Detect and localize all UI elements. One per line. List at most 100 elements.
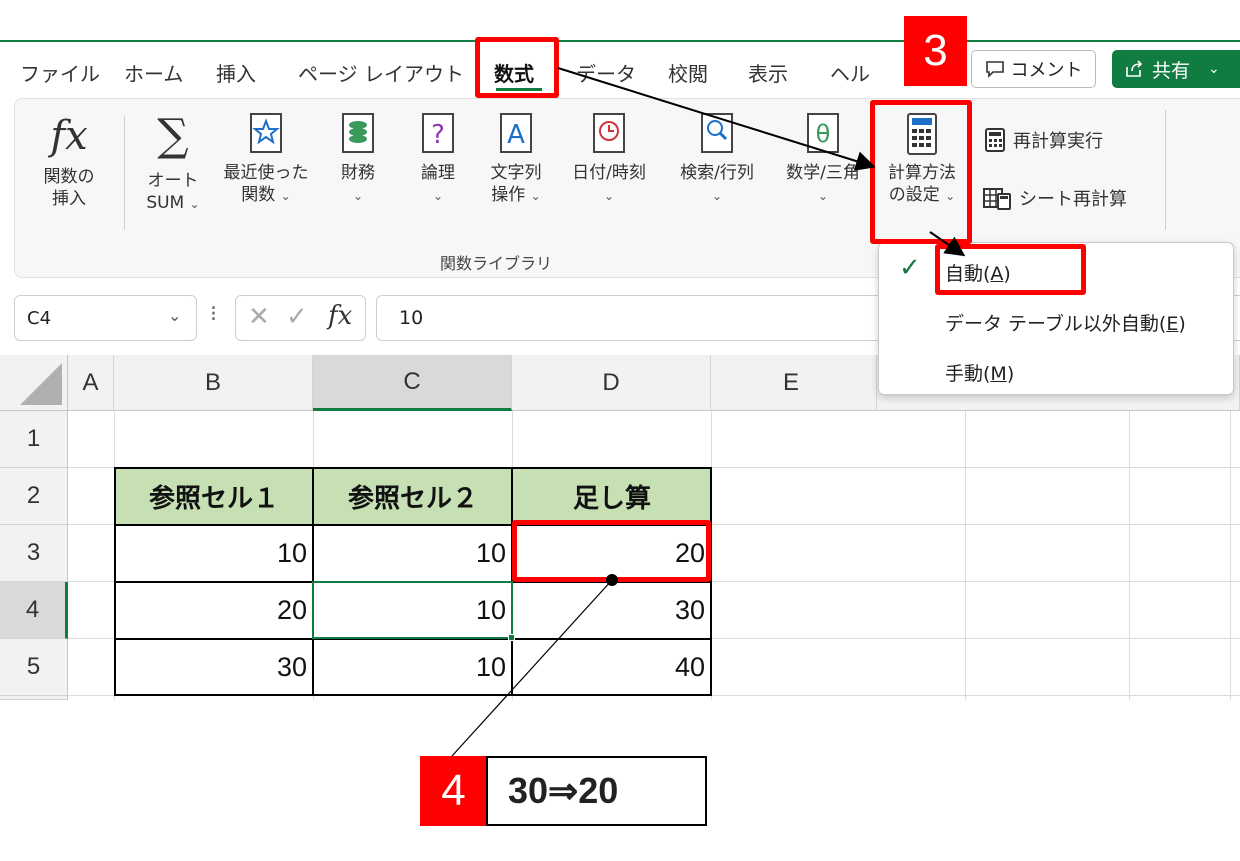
row-header-6 [0,696,68,700]
chevron-down-icon: ⌄ [280,189,291,203]
share-button[interactable]: 共有 ⌄ [1112,50,1240,88]
datetime-button[interactable]: 日付/時刻 ⌄ [560,112,658,207]
column-header-e[interactable]: E [711,355,877,411]
more-options-icon[interactable]: ⁝ [210,302,217,327]
formula-buttons: ✕ ✓ fx [235,295,366,341]
ribbon-separator [124,116,125,230]
financial-label: 財務 [341,163,375,183]
enter-icon[interactable]: ✓ [286,302,308,332]
tab-help[interactable]: ヘル [830,58,870,87]
logical-label: 論理 [421,163,455,183]
column-header-b[interactable]: B [114,355,313,411]
chevron-down-icon: ⌄ [1208,61,1220,77]
calculator-small-icon [985,128,1005,152]
table-header-sum[interactable]: 足し算 [513,468,711,524]
sigma-icon: ∑ [157,110,189,161]
cell-d5[interactable]: 40 [513,639,711,695]
comment-button[interactable]: コメント [971,50,1096,88]
highlight-formulas-tab [475,37,559,98]
highlight-cell-d3 [512,520,711,582]
gridline [1129,411,1130,700]
recent-label-1: 最近使った [223,163,309,183]
letter-a-book-icon: A [500,113,532,153]
cell-b3[interactable]: 10 [115,525,313,581]
lookup-button[interactable]: 検索/行列 ⌄ [666,112,768,207]
tab-insert[interactable]: 挿入 [216,58,256,87]
cell-c3[interactable]: 10 [314,525,512,581]
math-label: 数学/三角 [786,163,860,183]
column-header-c[interactable]: C [313,355,512,411]
sheet-calculator-icon [983,188,1011,210]
text-label-2: 操作 [491,185,526,205]
share-label: 共有 [1152,59,1191,82]
cell-b4[interactable]: 20 [115,582,313,638]
menu-item-except-tables-end: ) [1178,313,1186,335]
calculate-sheet-button[interactable]: シート再計算 [983,185,1127,211]
search-book-icon [701,113,733,153]
chevron-down-icon: ⌄ [603,189,615,203]
insert-function-label-1: 関数の [43,167,95,187]
coins-book-icon [342,113,374,153]
chevron-down-icon: ⌄ [189,197,200,211]
tab-view[interactable]: 表示 [748,58,788,87]
insert-function-button[interactable]: fx 関数の 挿入 [38,112,100,210]
table-header-ref1[interactable]: 参照セル１ [115,468,313,524]
menu-item-manual-label: 手動( [945,363,991,385]
chevron-down-icon: ⌄ [352,189,364,203]
cancel-icon[interactable]: ✕ [248,302,270,332]
recent-label-2: 関数 [241,185,276,205]
svg-text:A: A [507,120,525,150]
cell-d4[interactable]: 30 [513,582,711,638]
calculate-sheet-label: シート再計算 [1019,189,1127,210]
tab-data[interactable]: データ [576,58,636,87]
step-4-badge: 4 [420,756,487,826]
chevron-down-icon[interactable]: ⌄ [168,306,181,325]
calculate-now-button[interactable]: 再計算実行 [985,127,1103,153]
row-header-2[interactable]: 2 [0,468,68,525]
question-book-icon: ? [422,113,454,153]
select-all-corner[interactable] [0,355,68,411]
row-header-1[interactable]: 1 [0,411,68,468]
table-header-ref2[interactable]: 参照セル２ [314,468,512,524]
logical-button[interactable]: ? 論理 ⌄ [410,112,466,207]
comment-label: コメント [1010,60,1083,81]
function-library-group-label: 関数ライブラリ [440,254,553,273]
autosum-label-2: SUM [146,193,185,213]
comment-icon [985,61,1004,78]
checkmark-icon: ✓ [899,253,921,283]
step-3-badge: 3 [904,16,967,86]
tab-file[interactable]: ファイル [20,58,100,87]
table-border [114,694,712,696]
math-trig-button[interactable]: θ 数学/三角 ⌄ [776,112,870,207]
fx-icon[interactable]: fx [328,301,352,331]
financial-button[interactable]: 財務 ⌄ [330,112,386,207]
fill-handle[interactable] [508,634,515,641]
tab-review[interactable]: 校閲 [668,58,708,87]
row-header-4[interactable]: 4 [0,582,68,639]
svg-text:θ: θ [816,120,831,148]
calculate-now-label: 再計算実行 [1013,131,1103,152]
column-header-d[interactable]: D [512,355,711,411]
table-border [114,467,116,696]
text-functions-button[interactable]: A 文字列 操作 ⌄ [480,112,552,207]
menu-item-manual[interactable]: 手動(M) [945,359,1014,386]
insert-function-label-2: 挿入 [52,189,86,209]
datetime-label: 日付/時刻 [572,163,646,183]
autosum-button[interactable]: ∑ オート SUM ⌄ [136,112,210,215]
recent-functions-button[interactable]: 最近使った 関数 ⌄ [216,112,316,207]
formula-value: 10 [399,307,424,329]
tab-home[interactable]: ホーム [124,58,183,87]
name-box-value: C4 [27,307,52,329]
chevron-down-icon: ⌄ [711,189,723,203]
cell-c5[interactable]: 10 [314,639,512,695]
row-header-5[interactable]: 5 [0,639,68,696]
menu-item-automatic-except-tables[interactable]: データ テーブル以外自動(E) [945,309,1186,336]
clock-book-icon [593,113,625,153]
cell-b5[interactable]: 30 [115,639,313,695]
row-header-3[interactable]: 3 [0,525,68,582]
window-top-border [0,40,1240,42]
table-border [710,467,712,696]
tab-page-layout[interactable]: ページ レイアウト [298,58,464,87]
lookup-label: 検索/行列 [680,163,754,183]
column-header-a[interactable]: A [68,355,114,411]
